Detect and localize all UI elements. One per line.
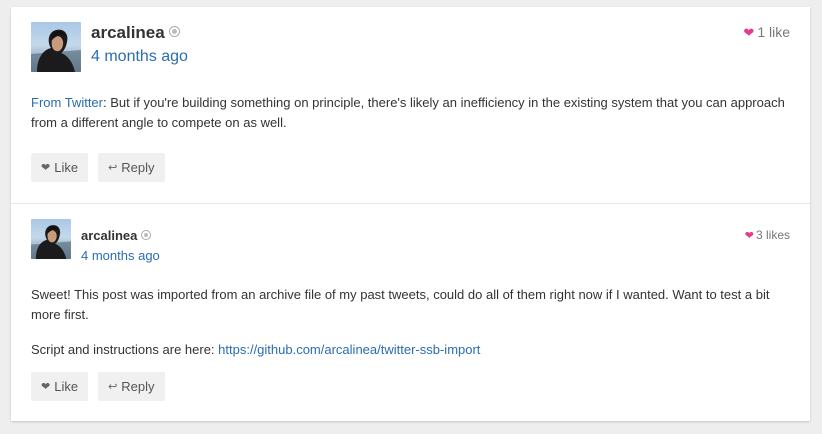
avatar[interactable] <box>31 219 71 259</box>
reply-button[interactable]: ↩ Reply <box>98 153 165 182</box>
post-actions: ❤ Like ↩ Reply <box>31 372 165 401</box>
like-button[interactable]: ❤ Like <box>31 153 89 182</box>
like-count: ❤ 1 like <box>743 24 790 40</box>
reply-button[interactable]: ↩ Reply <box>98 372 165 401</box>
like-count: ❤ 3 likes <box>744 228 790 242</box>
post-timestamp[interactable]: 4 months ago <box>81 248 160 263</box>
avatar[interactable] <box>31 22 81 72</box>
post-timestamp[interactable]: 4 months ago <box>91 48 188 66</box>
source-link[interactable]: From Twitter <box>31 95 103 110</box>
reply-arrow-icon: ↩ <box>108 381 118 393</box>
heart-icon: ❤ <box>744 230 754 242</box>
author-name[interactable]: arcalinea <box>91 23 180 43</box>
github-link[interactable]: https://github.com/arcalinea/twitter-ssb… <box>218 342 480 357</box>
post: arcalinea 4 months ago ❤ 1 like From Twit… <box>11 7 810 204</box>
post-body: From Twitter: But if you're building som… <box>31 93 791 133</box>
status-dot-icon <box>141 229 152 240</box>
reply-arrow-icon: ↩ <box>108 162 118 174</box>
post-paragraph: Script and instructions are here: https:… <box>31 342 481 357</box>
post-paragraph: Sweet! This post was imported from an ar… <box>31 287 770 322</box>
feed-card: arcalinea 4 months ago ❤ 1 like From Twit… <box>11 7 810 421</box>
post-body: Sweet! This post was imported from an ar… <box>31 285 791 360</box>
status-dot-icon <box>168 26 180 38</box>
heart-icon: ❤ <box>743 25 755 40</box>
post: arcalinea 4 months ago ❤ 3 likes Sweet! T… <box>11 204 810 421</box>
heart-icon: ❤ <box>41 162 51 174</box>
heart-icon: ❤ <box>41 381 51 393</box>
author-name[interactable]: arcalinea <box>81 228 152 243</box>
post-actions: ❤ Like ↩ Reply <box>31 153 165 182</box>
like-button[interactable]: ❤ Like <box>31 372 89 401</box>
post-text: : But if you're building something on pr… <box>31 95 785 130</box>
